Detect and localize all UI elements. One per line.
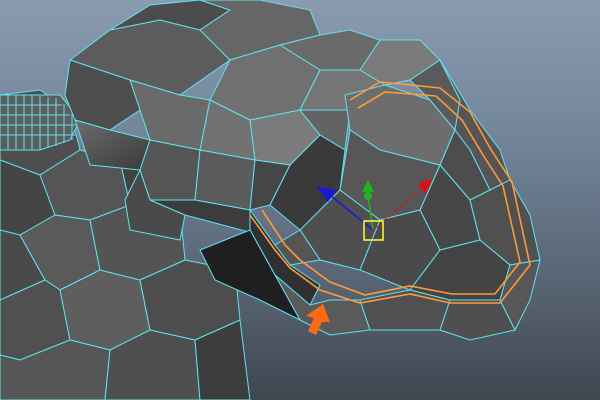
scene-canvas[interactable]	[0, 0, 600, 400]
3d-viewport[interactable]	[0, 0, 600, 400]
